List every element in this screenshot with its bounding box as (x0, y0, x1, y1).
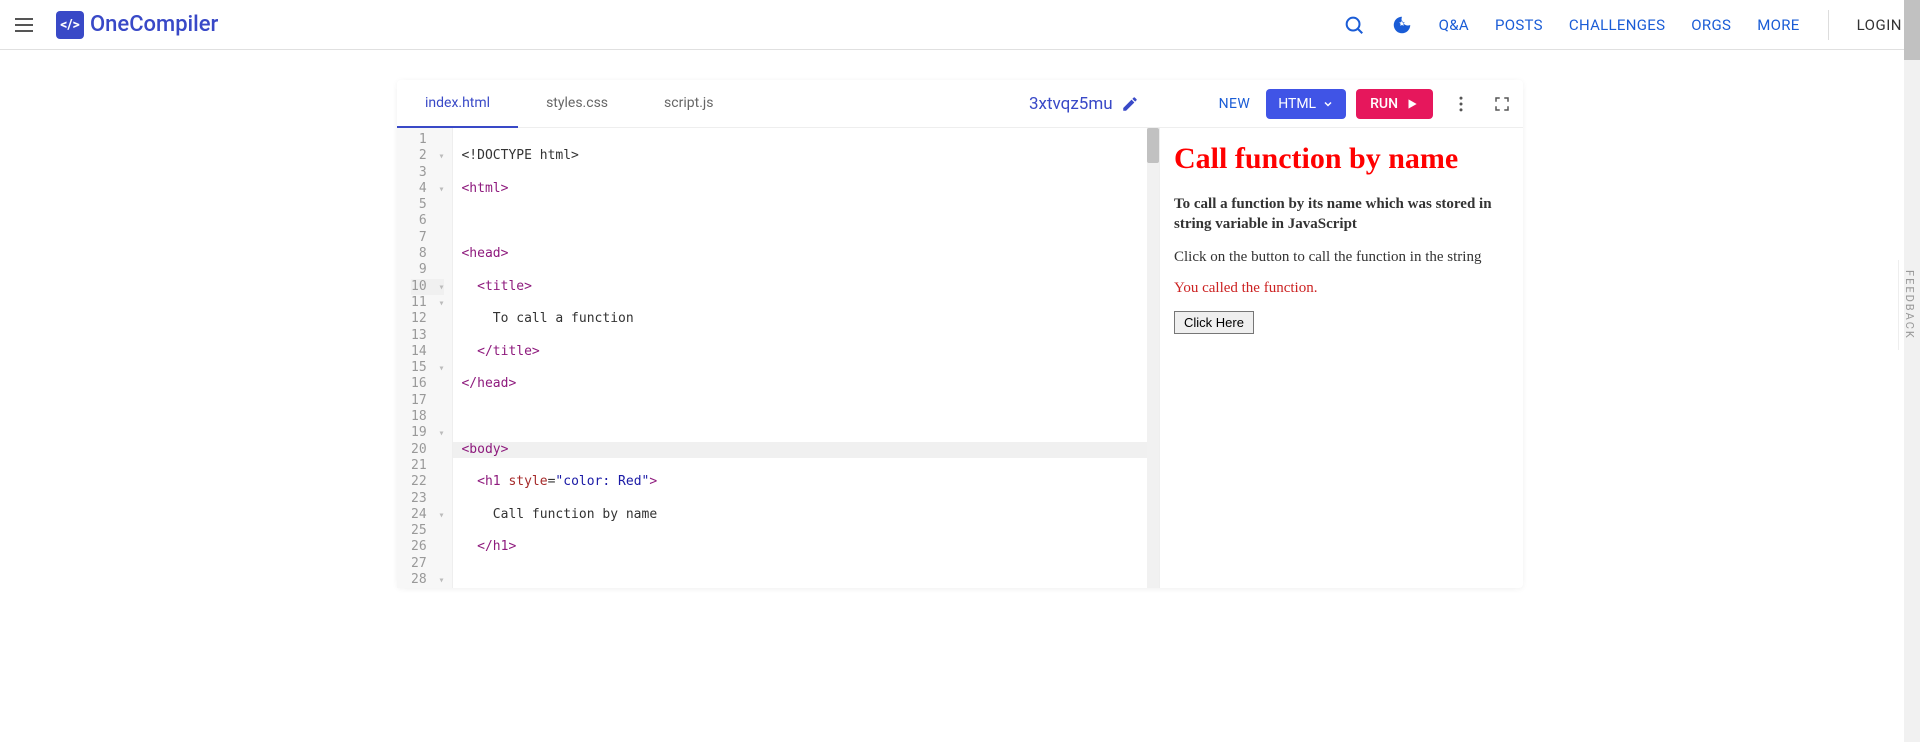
chevron-down-icon (1322, 98, 1334, 110)
new-button[interactable]: NEW (1219, 96, 1251, 112)
output-paragraph: Click on the button to call the function… (1174, 249, 1509, 266)
more-menu-icon[interactable] (1451, 94, 1471, 114)
editor-body: 1 2 ▾3 4 ▾5 6 7 8 9 10 ▾11 ▾12 13 14 15 … (397, 128, 1523, 588)
workspace: index.html styles.css script.js 3xtvqz5m… (0, 50, 1920, 588)
nav-more[interactable]: MORE (1757, 16, 1799, 34)
editor-scroll-thumb[interactable] (1147, 128, 1159, 163)
page-scroll-thumb[interactable] (1904, 0, 1920, 60)
top-bar: </> OneCompiler Q&A POSTS CHALLENGES ORG… (0, 0, 1920, 50)
fullscreen-icon[interactable] (1493, 95, 1511, 113)
output-bold-text: To call a function by its name which was… (1174, 194, 1509, 235)
file-tabs: index.html styles.css script.js (397, 80, 741, 128)
theme-icon[interactable] (1391, 14, 1413, 36)
play-icon (1405, 97, 1419, 111)
feedback-tab[interactable]: FEEDBACK (1898, 260, 1920, 350)
run-button[interactable]: RUN (1356, 89, 1433, 119)
nav-orgs[interactable]: ORGS (1691, 16, 1731, 34)
editor-card: index.html styles.css script.js 3xtvqz5m… (397, 80, 1523, 588)
divider (1828, 10, 1829, 40)
tab-index-html[interactable]: index.html (397, 80, 518, 128)
edit-name-icon[interactable] (1121, 95, 1139, 113)
nav-posts[interactable]: POSTS (1495, 16, 1543, 34)
snippet-id: 3xtvqz5mu (1029, 94, 1113, 114)
logo[interactable]: </> OneCompiler (56, 11, 218, 39)
editor-scrollbar[interactable] (1147, 128, 1159, 588)
language-label: HTML (1278, 96, 1316, 112)
run-label: RUN (1370, 96, 1398, 112)
line-gutter: 1 2 ▾3 4 ▾5 6 7 8 9 10 ▾11 ▾12 13 14 15 … (397, 128, 453, 588)
output-pane: Call function by name To call a function… (1159, 128, 1523, 588)
editor-header: index.html styles.css script.js 3xtvqz5m… (397, 80, 1523, 128)
logo-icon: </> (56, 11, 84, 39)
tab-styles-css[interactable]: styles.css (518, 80, 636, 128)
nav-qa[interactable]: Q&A (1439, 16, 1469, 34)
code-editor[interactable]: 1 2 ▾3 4 ▾5 6 7 8 9 10 ▾11 ▾12 13 14 15 … (397, 128, 1159, 588)
language-selector[interactable]: HTML (1266, 89, 1346, 119)
code-content[interactable]: <!DOCTYPE html> <html> <head> <title> To… (453, 128, 1159, 588)
top-actions: Q&A POSTS CHALLENGES ORGS MORE LOGIN (1343, 10, 1908, 40)
output-click-button[interactable]: Click Here (1174, 311, 1254, 334)
output-heading: Call function by name (1174, 142, 1509, 176)
search-icon[interactable] (1343, 14, 1365, 36)
page-scrollbar[interactable] (1904, 0, 1920, 742)
logo-text: OneCompiler (90, 12, 218, 37)
login-link[interactable]: LOGIN (1857, 16, 1902, 34)
hamburger-icon[interactable] (12, 13, 36, 37)
nav-challenges[interactable]: CHALLENGES (1569, 16, 1665, 34)
tab-script-js[interactable]: script.js (636, 80, 741, 128)
output-result-text: You called the function. (1174, 280, 1509, 297)
